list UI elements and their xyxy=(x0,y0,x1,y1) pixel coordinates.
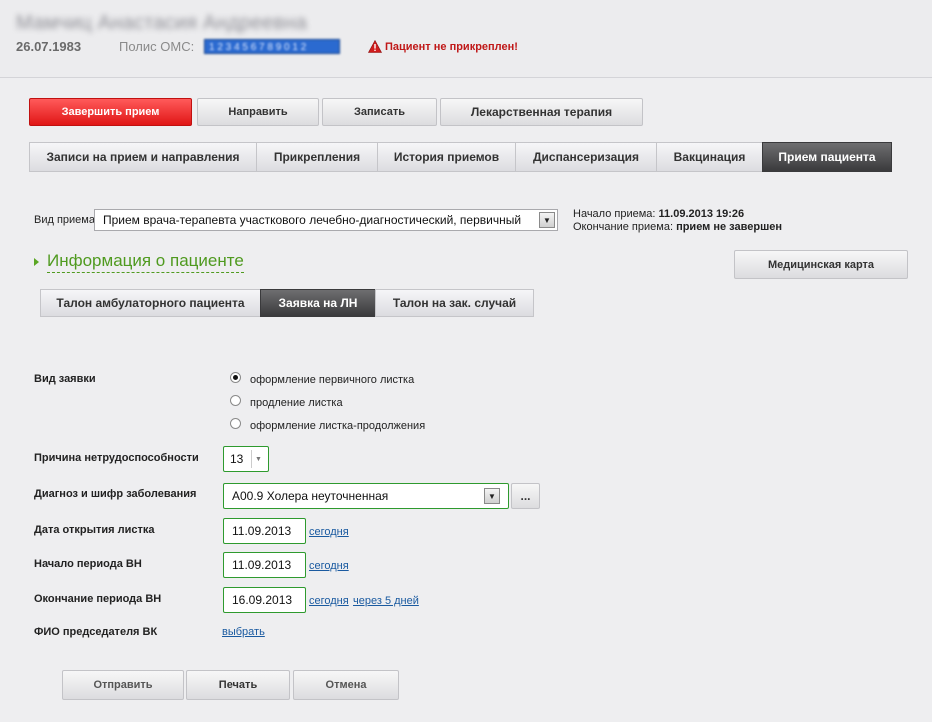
period-start-today-link[interactable]: сегодня xyxy=(309,560,349,572)
visit-type-value: Прием врача-терапевта участкового лечебн… xyxy=(103,213,522,227)
radio-continuation-sheet[interactable] xyxy=(230,418,241,429)
triangle-right-icon xyxy=(34,258,39,266)
tab-vaccination[interactable]: Вакцинация xyxy=(656,142,762,172)
cause-value: 13 xyxy=(230,452,244,466)
period-end-5days-link[interactable]: через 5 дней xyxy=(353,595,419,607)
tab-attachments[interactable]: Прикрепления xyxy=(256,142,377,172)
warning-triangle-icon xyxy=(368,40,382,53)
not-attached-warning: Пациент не прикреплен! xyxy=(368,40,518,53)
cause-label: Причина нетрудоспособности xyxy=(34,452,199,464)
tab-outpatient-coupon[interactable]: Талон амбулаторного пациента xyxy=(40,289,260,317)
visit-start-label: Начало приема: xyxy=(573,208,656,220)
radio-extend-sheet[interactable] xyxy=(230,395,241,406)
diagnosis-more-button[interactable]: ... xyxy=(511,483,540,509)
diagnosis-select[interactable]: A00.9 Холера неуточненная ▼ xyxy=(223,483,509,509)
period-start-label: Начало периода ВН xyxy=(34,558,142,570)
visit-start: Начало приема: 11.09.2013 19:26 xyxy=(573,208,744,220)
finish-visit-button[interactable]: Завершить прием xyxy=(29,98,192,126)
choose-chairman-link[interactable]: выбрать xyxy=(222,626,265,638)
send-button[interactable]: Отправить xyxy=(62,670,184,700)
sub-tabs: Талон амбулаторного пациента Заявка на Л… xyxy=(40,289,534,317)
refer-button[interactable]: Направить xyxy=(197,98,319,126)
main-tabs: Записи на прием и направления Прикреплен… xyxy=(29,142,892,172)
visit-end-label: Окончание приема: xyxy=(573,221,673,233)
diagnosis-label: Диагноз и шифр заболевания xyxy=(34,488,197,500)
tab-patient-visit[interactable]: Прием пациента xyxy=(762,142,892,172)
section-patient-info[interactable]: Информация о пациенте xyxy=(34,251,244,273)
tab-visit-history[interactable]: История приемов xyxy=(377,142,515,172)
patient-name: Мамчиц Анастасия Андреевна xyxy=(16,12,307,34)
open-date-label: Дата открытия листка xyxy=(34,524,155,536)
visit-type-select[interactable]: Прием врача-терапевта участкового лечебн… xyxy=(94,209,558,231)
period-end-label: Окончание периода ВН xyxy=(34,593,162,605)
tab-dispensary[interactable]: Диспансеризация xyxy=(515,142,656,172)
medical-card-button[interactable]: Медицинская карта xyxy=(734,250,908,279)
period-start-field[interactable]: 11.09.2013 xyxy=(223,552,306,578)
visit-type-label: Вид приема xyxy=(34,214,95,226)
chevron-down-icon[interactable]: ▼ xyxy=(251,450,265,468)
period-end-today-link[interactable]: сегодня xyxy=(309,595,349,607)
birth-date: 26.07.1983 xyxy=(16,39,82,54)
tab-appointments[interactable]: Записи на прием и направления xyxy=(29,142,256,172)
warning-text: Пациент не прикреплен! xyxy=(385,40,518,53)
tab-closed-case-coupon[interactable]: Талон на зак. случай xyxy=(375,289,534,317)
patient-header: Мамчиц Анастасия Андреевна 26.07.1983 По… xyxy=(0,0,932,78)
chevron-down-icon[interactable]: ▼ xyxy=(539,212,555,228)
cause-select[interactable]: 13 ▼ xyxy=(223,446,269,472)
open-date-field[interactable]: 11.09.2013 xyxy=(223,518,306,544)
tab-sick-leave-request[interactable]: Заявка на ЛН xyxy=(260,289,375,317)
period-end-field[interactable]: 16.09.2013 xyxy=(223,587,306,613)
chevron-down-icon[interactable]: ▼ xyxy=(484,488,500,504)
visit-end: Окончание приема: прием не завершен xyxy=(573,221,782,233)
option-extend-sheet-label: продление листка xyxy=(250,397,343,409)
radio-primary-sheet[interactable] xyxy=(230,372,241,383)
option-continuation-sheet-label: оформление листка-продолжения xyxy=(250,420,426,432)
oms-label: Полис ОМС: xyxy=(119,39,195,54)
visit-end-value: прием не завершен xyxy=(676,221,782,233)
print-button[interactable]: Печать xyxy=(186,670,290,700)
chairman-label: ФИО председателя ВК xyxy=(34,626,158,638)
cancel-button[interactable]: Отмена xyxy=(293,670,399,700)
drug-therapy-button[interactable]: Лекарственная терапия xyxy=(440,98,643,126)
visit-start-value: 11.09.2013 19:26 xyxy=(658,208,745,220)
oms-value: 1 2 3 4 5 6 7 8 9 0 1 2 xyxy=(204,39,340,54)
option-primary-sheet-label: оформление первичного листка xyxy=(250,374,415,386)
record-button[interactable]: Записать xyxy=(322,98,437,126)
open-date-today-link[interactable]: сегодня xyxy=(309,526,349,538)
section-title: Информация о пациенте xyxy=(47,251,244,273)
request-type-label: Вид заявки xyxy=(34,373,96,385)
diagnosis-value: A00.9 Холера неуточненная xyxy=(232,489,389,503)
